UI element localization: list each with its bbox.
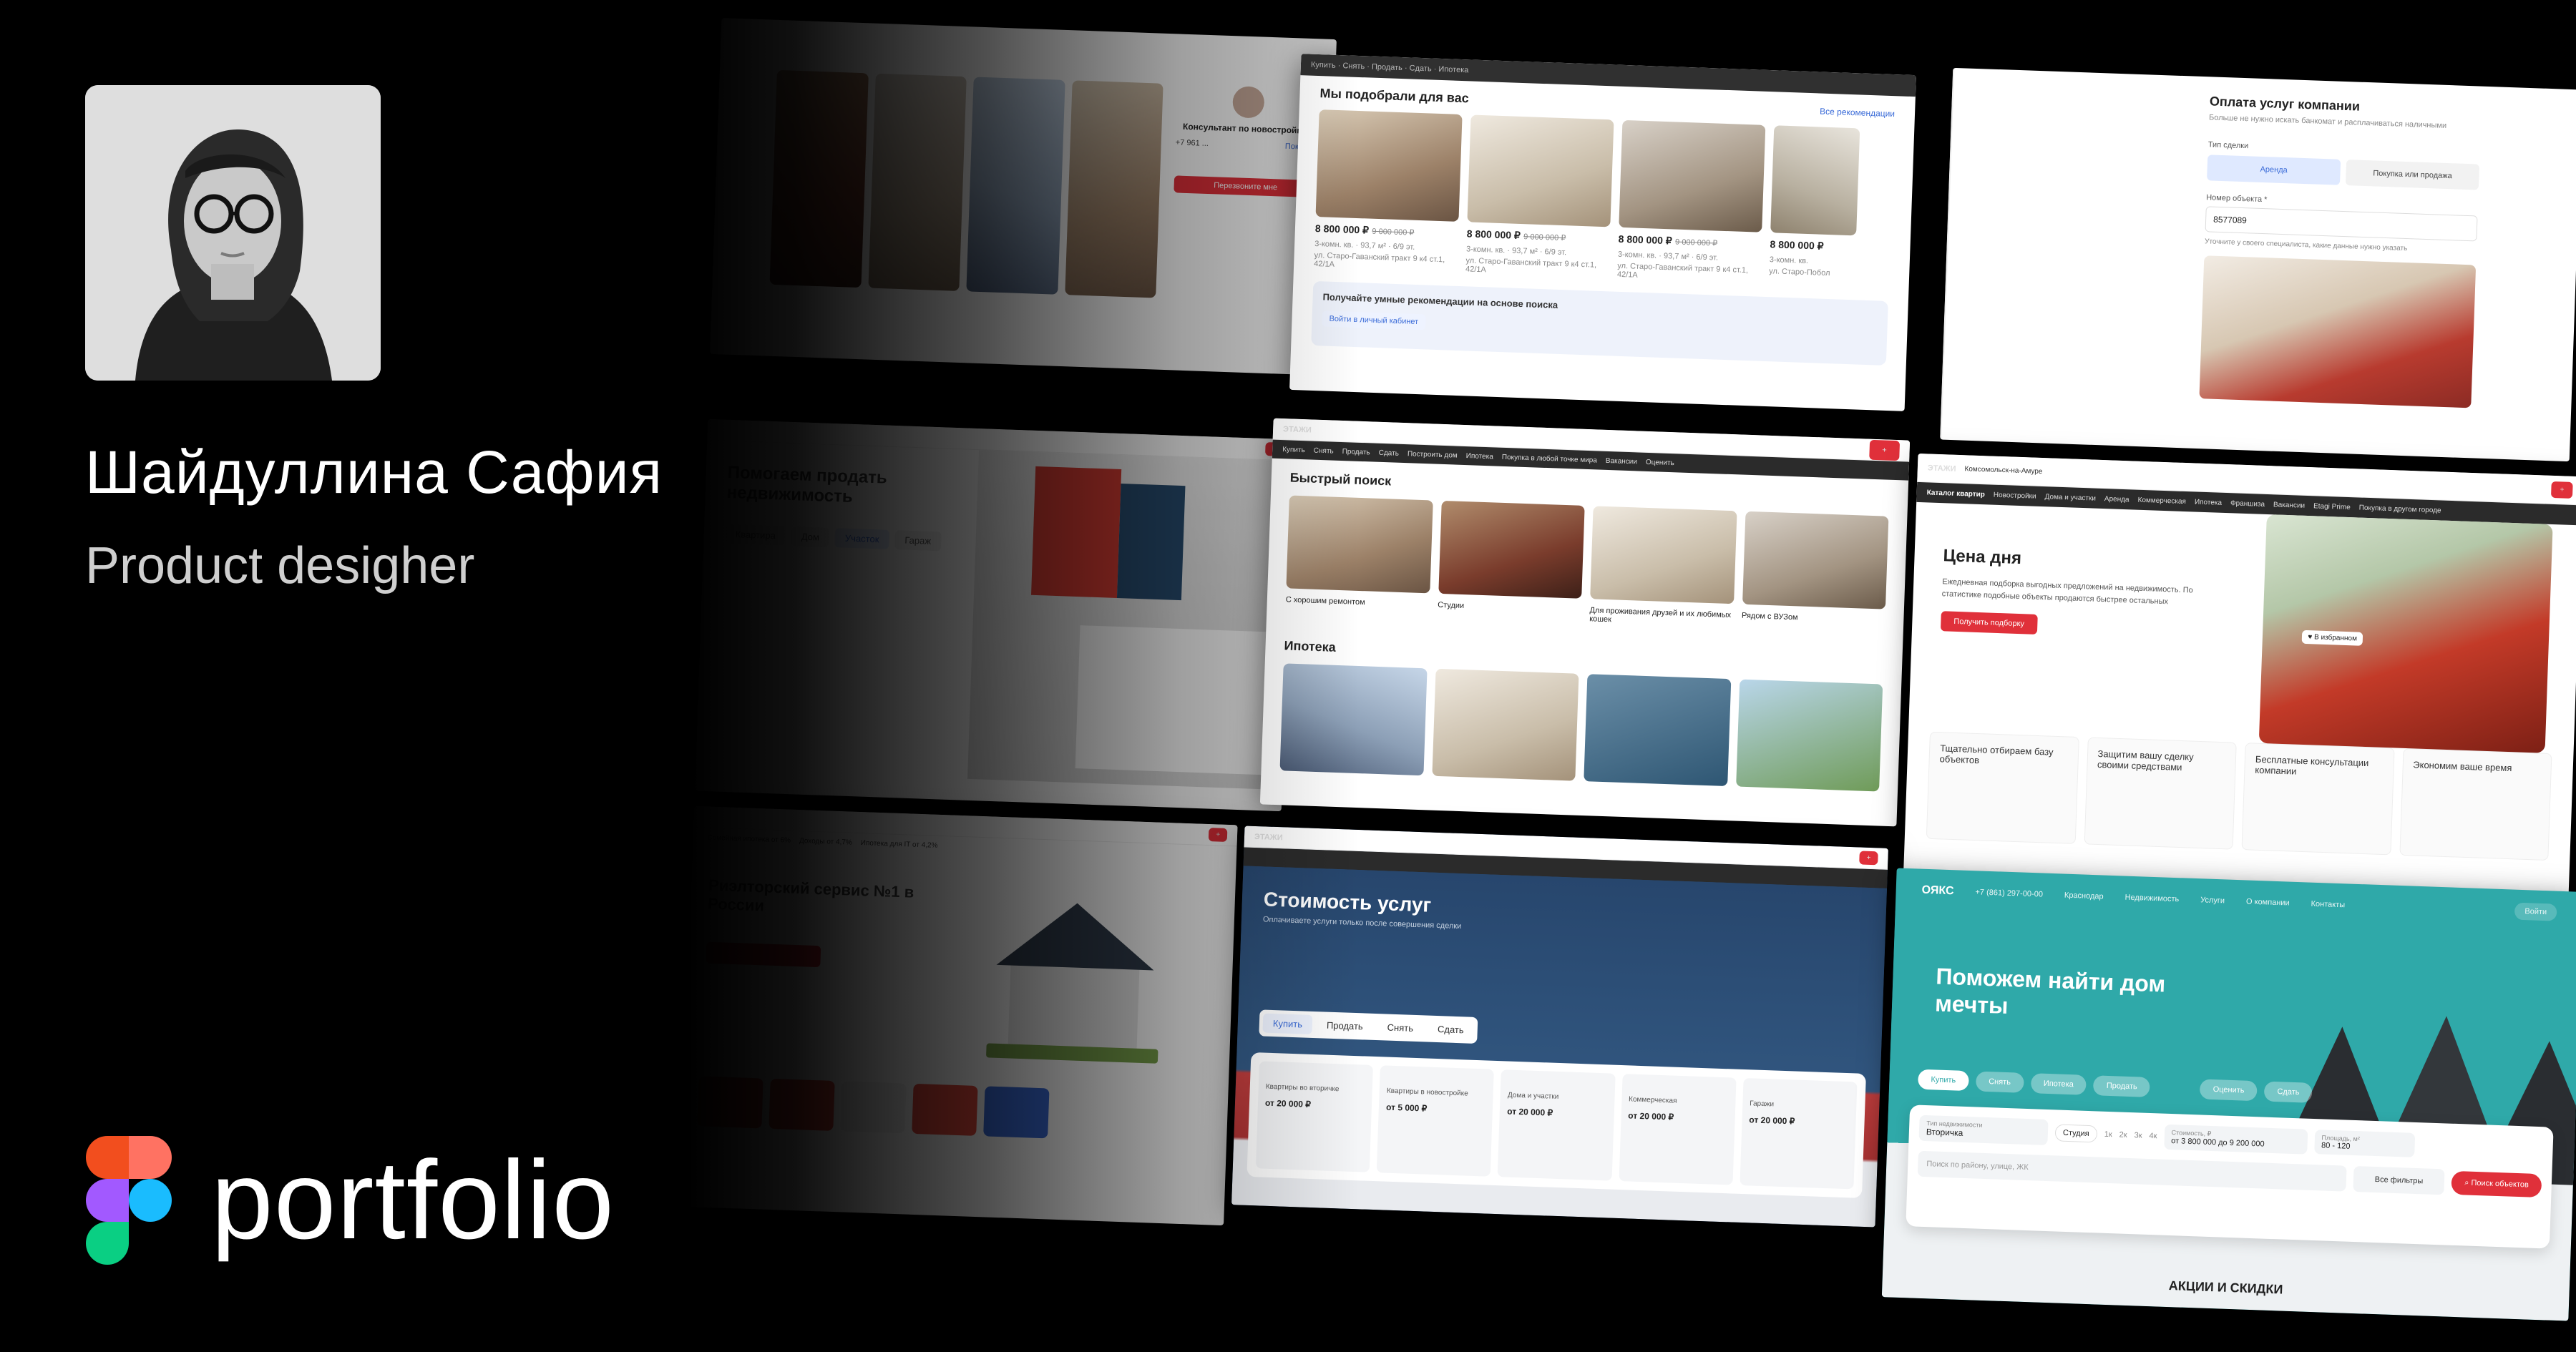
ayks-logo[interactable]: ОЯКС <box>1921 884 1953 898</box>
quick-card[interactable]: Рядом с ВУЗом <box>1741 511 1889 634</box>
house-illustration <box>942 856 1236 1094</box>
login-button[interactable]: Войти в личный кабинет <box>1322 310 1426 330</box>
add-listing-button[interactable]: + <box>1868 439 1901 461</box>
quick-card[interactable]: Студии <box>1438 500 1585 623</box>
consultant-phone: +7 961 ... <box>1175 138 1209 148</box>
login-button[interactable]: Войти <box>2514 902 2557 921</box>
deal-type-buy-sell[interactable]: Покупка или продажа <box>2345 160 2480 190</box>
listing-card[interactable]: 8 800 000 ₽ 3-комн. кв. ул. Старо-Побол <box>1769 125 1860 287</box>
promo-heading: АКЦИИ И СКИДКИ <box>2168 1278 2283 1297</box>
service-tile[interactable]: Дома и участки от 20 000 ₽ <box>1498 1069 1616 1181</box>
property-type-select[interactable]: Тип недвижимости Вторичка <box>1918 1115 2049 1146</box>
screen-ayks: ОЯКС +7 (861) 297-00-00 Краснодар Недвиж… <box>1881 868 2576 1321</box>
listing-card[interactable]: 8 800 000 ₽ 9 000 000 ₽ 3-комн. кв. · 93… <box>1617 119 1766 284</box>
service-tile[interactable]: Квартиры в новостройке от 5 000 ₽ <box>1376 1065 1495 1177</box>
home-ad-title: Риэлторский сервис №1 в России <box>707 876 914 915</box>
search-objects-button[interactable]: ⌕ Поиск объектов <box>2451 1170 2542 1197</box>
screen-deal-of-day: ЭТАЖИ Комсомольск-на-Амуре + Каталог ква… <box>1903 453 2576 899</box>
tab-buy[interactable]: Купить <box>1262 1013 1313 1034</box>
portfolio-brand: portfolio <box>85 1136 615 1265</box>
city-selector[interactable]: Комсомольск-на-Амуре <box>1964 465 2042 476</box>
price-range-input[interactable]: Стоимость, ₽ от 3 800 000 до 9 200 000 <box>2163 1124 2308 1155</box>
all-recs-link[interactable]: Все рекомендации <box>1820 106 1895 119</box>
object-number-input[interactable]: 8577089 <box>2205 206 2478 242</box>
listing-card[interactable]: 8 800 000 ₽ 9 000 000 ₽ 3-комн. кв. · 93… <box>1314 109 1463 273</box>
video-thumb <box>1064 80 1163 298</box>
listing-photo <box>1619 119 1766 232</box>
smart-recs-banner: Получайте умные рекомендации на основе п… <box>1311 280 1888 366</box>
add-listing-button[interactable]: + <box>1859 851 1878 866</box>
tab-lease[interactable]: Сдать <box>1427 1019 1475 1040</box>
tab-sell[interactable]: Продать <box>1316 1015 1374 1037</box>
room-photo <box>2199 255 2477 408</box>
get-selection-button[interactable]: Получить подборку <box>1940 611 2038 635</box>
etazhi-logo[interactable]: ЭТАЖИ <box>1254 832 1283 841</box>
deal-type-rent[interactable]: Аренда <box>2207 155 2341 185</box>
sell-title: Помогаем продать недвижимость <box>726 462 888 506</box>
quick-card[interactable]: С хорошим ремонтом <box>1285 495 1433 617</box>
portfolio-wordmark: portfolio <box>211 1138 615 1263</box>
quick-card[interactable]: Для проживания друзей и их любимых кошек <box>1589 506 1737 628</box>
area-range-input[interactable]: Площадь, м² 80 - 120 <box>2313 1130 2415 1157</box>
tab-estimate[interactable]: Оценить <box>2200 1079 2258 1102</box>
consultant-avatar <box>1232 86 1265 119</box>
tab-buy[interactable]: Купить <box>1917 1069 1969 1092</box>
video-thumb <box>769 69 869 288</box>
etazhi-logo[interactable]: ЭТАЖИ <box>1928 464 1956 473</box>
etazhi-logo[interactable]: ЭТАЖИ <box>1283 425 1312 434</box>
service-tile[interactable]: Гаражи от 20 000 ₽ <box>1740 1077 1858 1190</box>
recs-title: Мы подобрали для вас <box>1319 86 1470 106</box>
all-filters-button[interactable]: Все фильтры <box>2353 1165 2445 1195</box>
screen-home-ad: + Семейная ипотека от 6% Доходы от 4,7% Ип… <box>680 805 1238 1226</box>
ayks-title: Поможем найти дом мечты <box>1934 963 2166 1019</box>
building-photo <box>967 450 1294 790</box>
listing-photo <box>1467 114 1614 227</box>
screen-recommendations: Купить · Снять · Продать · Сдать · Ипоте… <box>1289 54 1916 411</box>
profile-role: Product desigher <box>85 537 475 594</box>
screen-quick-search: ЭТАЖИ + Купить Снять Продать Сдать Постр… <box>1259 418 1911 827</box>
add-listing-button[interactable]: + <box>2551 481 2573 499</box>
screen-services-cost: ЭТАЖИ + Стоимость услуг Оплачиваете услу… <box>1231 826 1888 1228</box>
figma-logo-icon <box>86 1136 172 1265</box>
service-tile[interactable]: Коммерческая от 20 000 ₽ <box>1619 1074 1737 1185</box>
tab-rent[interactable]: Снять <box>1975 1071 2024 1093</box>
tab-rent[interactable]: Снять <box>1377 1017 1424 1039</box>
screen-consultant: Консультант по новостройкам +7 961 ... П… <box>710 18 1337 376</box>
tab-lease[interactable]: Сдать <box>2263 1081 2313 1103</box>
profile-name: Шайдуллина Сафия <box>85 439 663 506</box>
feature-card: Защитим вашу сделку своими средствами <box>2084 737 2237 850</box>
screen-payment: Оплата услуг компании Больше не нужно ис… <box>1940 67 2576 462</box>
screen-sell: + Помогаем продать недвижимость Квартира… <box>695 418 1294 812</box>
video-thumb <box>867 73 967 291</box>
tab-sell[interactable]: Продать <box>2093 1075 2151 1097</box>
feature-card: Экономим ваше время <box>2399 748 2552 861</box>
feature-card: Тщательно отбираем базу объектов <box>1926 731 2079 844</box>
listing-photo <box>1770 125 1860 236</box>
search-icon: ⌕ <box>2464 1177 2472 1187</box>
video-thumb <box>966 77 1065 295</box>
portfolio-cover: Консультант по новостройкам +7 961 ... П… <box>0 0 2576 1352</box>
service-tile[interactable]: Квартиры во вторичке от 20 000 ₽ <box>1255 1061 1374 1172</box>
listing-card[interactable]: 8 800 000 ₽ 9 000 000 ₽ 3-комн. кв. · 93… <box>1465 114 1614 278</box>
profile-photo <box>85 85 381 381</box>
listing-photo <box>1315 109 1463 222</box>
feature-card: Бесплатные консультации компании <box>2241 743 2395 856</box>
tab-mortgage[interactable]: Ипотека <box>2030 1073 2087 1095</box>
search-panel: Тип недвижимости Вторичка Студия 1к 2к 3к… <box>1906 1104 2554 1249</box>
favorites-badge: ♥ В избранном <box>2302 630 2363 646</box>
address-search-input[interactable]: Поиск по району, улице, ЖК <box>1917 1150 2347 1192</box>
